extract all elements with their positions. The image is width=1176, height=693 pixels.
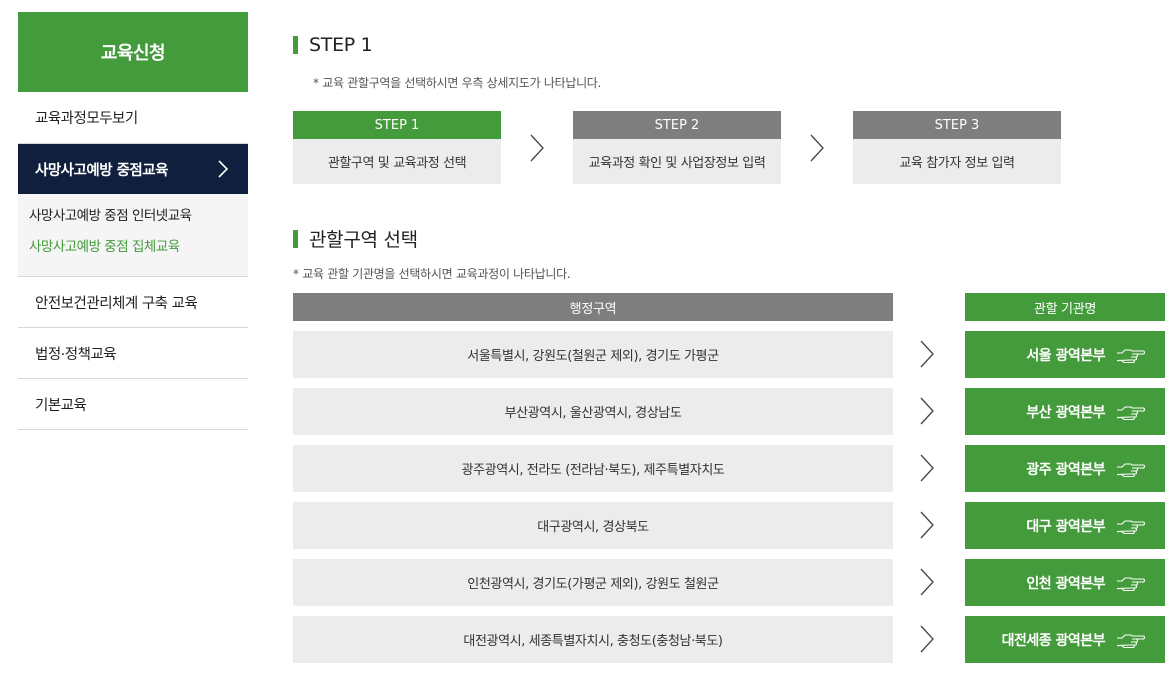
region-row: 대구광역시, 경상북도 대구 광역본부 — [293, 502, 1165, 549]
sidebar: 교육신청 교육과정모두보기 사망사고예방 중점교육 사망사고예방 중점 인터넷교… — [18, 12, 248, 430]
office-button-busan[interactable]: 부산 광역본부 — [965, 388, 1165, 435]
title-marker — [293, 36, 298, 54]
region-section-title-text: 관할구역 선택 — [309, 229, 418, 251]
office-label: 광주 광역본부 — [1026, 461, 1105, 478]
pointing-hand-icon — [1116, 405, 1145, 420]
office-button-incheon[interactable]: 인천 광역본부 — [965, 559, 1165, 606]
sidebar-item-label: 사망사고예방 중점교육 — [35, 162, 168, 179]
step-body: 관할구역 및 교육과정 선택 — [327, 156, 467, 171]
region-row: 대전광역시, 세종특별자치시, 충청도(충청남·북도) 대전세종 광역본부 — [293, 616, 1165, 663]
chevron-right-icon — [920, 625, 934, 653]
region-cell: 대전광역시, 세종특별자치시, 충청도(충청남·북도) — [293, 616, 893, 663]
sidebar-title: 교육신청 — [18, 12, 248, 92]
office-label: 서울 광역본부 — [1026, 347, 1105, 364]
region-cell: 광주광역시, 전라도 (전라남·북도), 제주특별자치도 — [293, 445, 893, 492]
step-box-1: STEP 1 관할구역 및 교육과정 선택 — [293, 111, 501, 184]
office-button-seoul[interactable]: 서울 광역본부 — [965, 331, 1165, 378]
step-box-2: STEP 2 교육과정 확인 및 사업장정보 입력 — [573, 111, 781, 184]
chevron-right-icon — [920, 568, 934, 596]
step-head: STEP 1 — [293, 111, 501, 139]
region-section-title: 관할구역 선택 — [293, 225, 418, 252]
chevron-right-icon — [920, 454, 934, 482]
chevron-right-icon — [920, 340, 934, 368]
pointing-hand-icon — [1116, 348, 1145, 363]
region-cell: 대구광역시, 경상북도 — [293, 502, 893, 549]
region-cell: 부산광역시, 울산광역시, 경상남도 — [293, 388, 893, 435]
chevron-right-icon — [530, 134, 544, 162]
sidebar-subitem-group[interactable]: 사망사고예방 중점 집체교육 — [29, 237, 248, 268]
region-cell: 서울특별시, 강원도(철원군 제외), 경기도 가평군 — [293, 331, 893, 378]
chevron-right-icon — [920, 397, 934, 425]
step-box-3: STEP 3 교육 참가자 정보 입력 — [853, 111, 1061, 184]
column-header-office: 관할 기관명 — [965, 293, 1165, 321]
chevron-right-icon — [218, 160, 228, 178]
step-section-title: STEP 1 — [293, 34, 373, 56]
chevron-right-icon — [810, 134, 824, 162]
office-button-gwangju[interactable]: 광주 광역본부 — [965, 445, 1165, 492]
title-marker — [293, 229, 298, 248]
office-button-daejeon-sejong[interactable]: 대전세종 광역본부 — [965, 616, 1165, 663]
region-row: 광주광역시, 전라도 (전라남·북도), 제주특별자치도 광주 광역본부 — [293, 445, 1165, 492]
column-header-region: 행정구역 — [293, 293, 893, 321]
sidebar-submenu: 사망사고예방 중점 인터넷교육 사망사고예방 중점 집체교육 — [18, 194, 248, 277]
region-row: 서울특별시, 강원도(철원군 제외), 경기도 가평군 서울 광역본부 — [293, 331, 1165, 378]
region-row: 인천광역시, 경기도(가평군 제외), 강원도 철원군 인천 광역본부 — [293, 559, 1165, 606]
sidebar-item-all-courses[interactable]: 교육과정모두보기 — [18, 92, 248, 144]
sidebar-item-basic[interactable]: 기본교육 — [18, 379, 248, 430]
step-body: 교육 참가자 정보 입력 — [899, 156, 1015, 171]
office-label: 대전세종 광역본부 — [1001, 632, 1106, 649]
region-row: 부산광역시, 울산광역시, 경상남도 부산 광역본부 — [293, 388, 1165, 435]
sidebar-item-legal-policy[interactable]: 법정·정책교육 — [18, 328, 248, 379]
pointing-hand-icon — [1116, 462, 1145, 477]
sidebar-item-fatal-accident-prevention[interactable]: 사망사고예방 중점교육 — [18, 144, 248, 194]
region-cell: 인천광역시, 경기도(가평군 제외), 강원도 철원군 — [293, 559, 893, 606]
office-label: 대구 광역본부 — [1026, 518, 1105, 535]
office-button-daegu[interactable]: 대구 광역본부 — [965, 502, 1165, 549]
step-head: STEP 3 — [853, 111, 1061, 139]
pointing-hand-icon — [1116, 576, 1145, 591]
office-label: 부산 광역본부 — [1026, 404, 1105, 421]
sidebar-item-safety-system[interactable]: 안전보건관리체계 구축 교육 — [18, 277, 248, 328]
chevron-right-icon — [920, 511, 934, 539]
region-note: * 교육 관할 기관명을 선택하시면 교육과정이 나타납니다. — [293, 267, 571, 281]
office-label: 인천 광역본부 — [1026, 575, 1105, 592]
pointing-hand-icon — [1116, 633, 1145, 648]
step-section-title-text: STEP 1 — [309, 34, 373, 56]
sidebar-subitem-internet[interactable]: 사망사고예방 중점 인터넷교육 — [29, 206, 248, 237]
step-body: 교육과정 확인 및 사업장정보 입력 — [588, 156, 766, 171]
pointing-hand-icon — [1116, 519, 1145, 534]
step-note: * 교육 관할구역을 선택하시면 우측 상세지도가 나타납니다. — [313, 76, 602, 90]
step-head: STEP 2 — [573, 111, 781, 139]
